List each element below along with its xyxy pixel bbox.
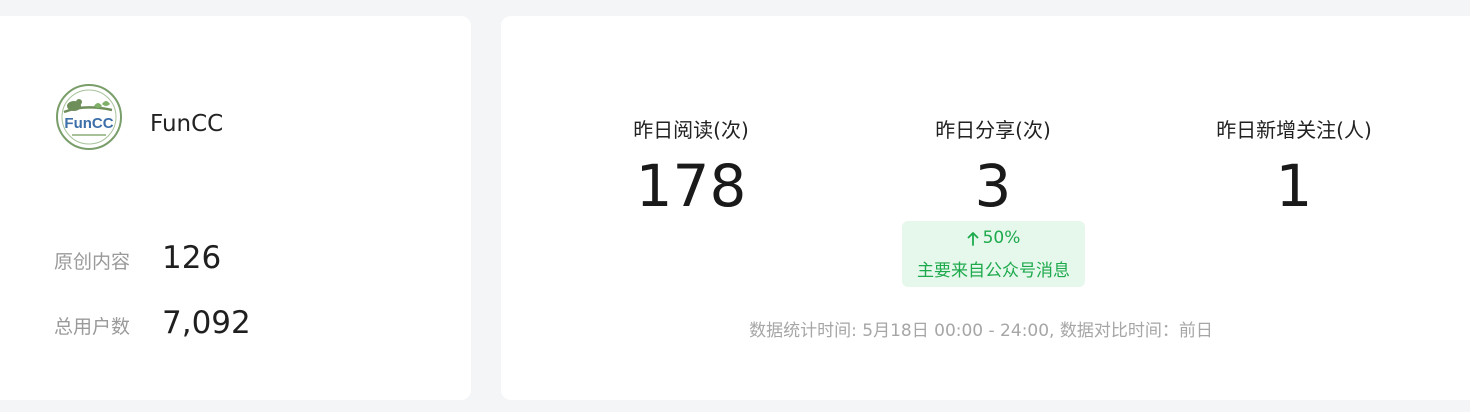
yesterday-metrics-card: 昨日阅读(次) 178 昨日分享(次) 3 昨日新增关注(人) 1 50% 主要…	[501, 16, 1470, 400]
total-users-label: 总用户数	[54, 316, 131, 338]
funcc-logo-icon: FunCC	[56, 84, 122, 150]
original-content-label: 原创内容	[54, 251, 131, 273]
original-content-value: 126	[162, 240, 222, 276]
metric-new-follows-label: 昨日新增关注(人)	[1216, 118, 1372, 142]
shares-change-note: 主要来自公众号消息	[917, 261, 1070, 281]
original-content-stat: 原创内容 126	[54, 240, 221, 276]
metric-reads: 昨日阅读(次) 178	[541, 114, 841, 215]
total-users-stat: 总用户数 7,092	[54, 305, 251, 341]
logo-wordmark: FunCC	[64, 115, 113, 132]
account-name: FunCC	[150, 111, 224, 137]
shares-change-percent: 50%	[982, 228, 1021, 248]
metric-reads-label: 昨日阅读(次)	[633, 118, 749, 142]
metric-shares-value: 3	[974, 152, 1012, 220]
stats-time-note: 数据统计时间: 5月18日 00:00 - 24:00, 数据对比时间：前日	[749, 321, 1213, 341]
metric-shares-label: 昨日分享(次)	[935, 118, 1051, 142]
shares-change-badge: 50% 主要来自公众号消息	[902, 221, 1085, 287]
total-users-value: 7,092	[162, 305, 251, 341]
metric-new-follows-value: 1	[1275, 152, 1313, 220]
account-logo: FunCC	[54, 82, 124, 152]
metric-reads-value: 178	[635, 152, 747, 220]
arrow-up-icon	[967, 231, 979, 246]
metric-new-follows: 昨日新增关注(人) 1	[1144, 114, 1444, 215]
account-summary-card: FunCC FunCC 原创内容 126 总用户数 7,092	[0, 16, 471, 400]
metric-shares: 昨日分享(次) 3	[843, 114, 1143, 215]
